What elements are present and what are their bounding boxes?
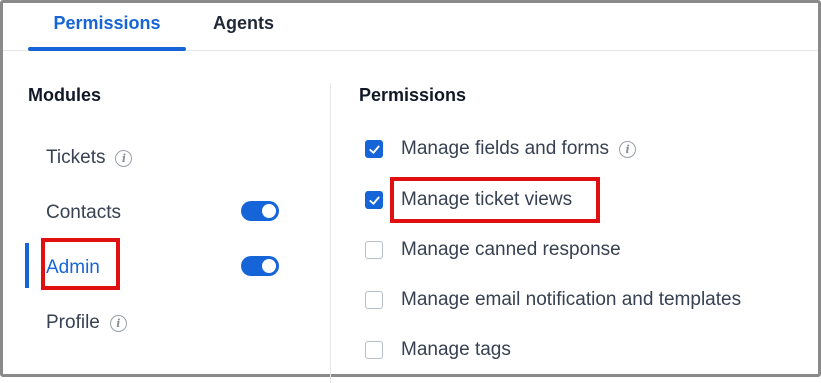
modules-heading: Modules [28,85,102,105]
tab-bar: Permissions Agents [3,3,818,51]
active-module-indicator [25,243,29,288]
tab-permissions[interactable]: Permissions [28,3,186,51]
admin-toggle[interactable] [241,256,279,276]
permission-item-fields-forms: Manage fields and forms i [365,135,637,163]
permission-checkbox[interactable] [365,341,383,359]
info-icon[interactable]: i [109,314,127,332]
module-label: Tickets [46,147,106,168]
column-divider [330,83,331,383]
module-label: Admin [46,257,100,278]
permission-checkbox[interactable] [365,140,383,158]
permission-label: Manage email notification and templates [401,289,742,310]
permission-label: Manage ticket views [401,189,573,210]
checkmark-icon [368,196,380,205]
module-item-tickets[interactable]: Tickets i [46,143,286,173]
permission-label: Manage tags [401,339,511,360]
permission-item-ticket-views: Manage ticket views [365,186,572,214]
tab-agents[interactable]: Agents [213,3,274,50]
permission-item-email-notification: Manage email notification and templates [365,286,741,314]
permission-label: Manage canned response [401,239,621,260]
permission-checkbox[interactable] [365,191,383,209]
toggle-knob [262,204,276,218]
checkmark-icon [368,145,380,154]
permission-item-canned-response: Manage canned response [365,236,621,264]
toggle-knob [262,259,276,273]
permission-item-tags: Manage tags [365,336,511,364]
module-label: Contacts [46,202,121,223]
module-label: Profile [46,312,100,333]
contacts-toggle[interactable] [241,201,279,221]
info-icon[interactable]: i [115,149,133,167]
module-item-profile[interactable]: Profile i [46,308,286,338]
info-icon[interactable]: i [619,140,637,158]
permission-checkbox[interactable] [365,291,383,309]
permission-label: Manage fields and forms [401,138,610,159]
permissions-panel: Permissions Agents Modules Tickets i Con… [0,0,821,383]
permissions-heading: Permissions [359,85,467,105]
permission-checkbox[interactable] [365,241,383,259]
